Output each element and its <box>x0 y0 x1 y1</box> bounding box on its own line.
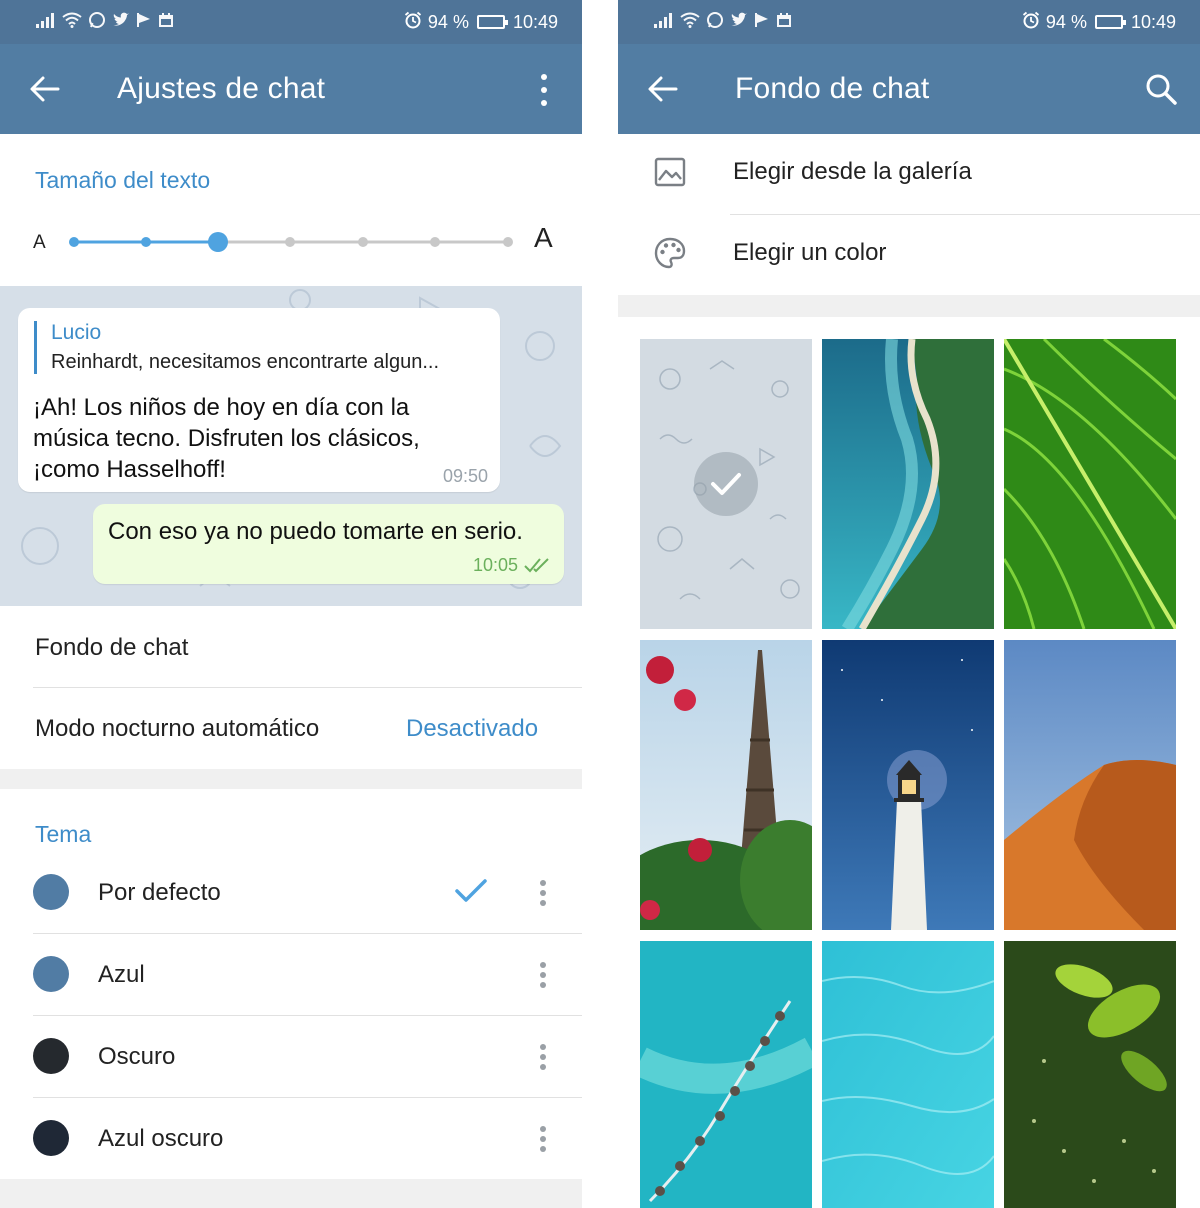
text-size-section-title: Tamaño del texto <box>35 167 211 193</box>
slider-thumb <box>208 232 228 252</box>
wallpaper-green-leaf[interactable] <box>1004 339 1176 629</box>
night-mode-row[interactable]: Modo nocturno automático Desactivado <box>0 688 582 769</box>
incoming-message-bubble: Lucio Reinhardt, necesitamos encontrarte… <box>18 308 500 492</box>
search-icon[interactable] <box>1144 72 1178 106</box>
section-separator <box>618 295 1200 317</box>
battery-percent: 94 % <box>427 11 469 32</box>
section-separator <box>0 769 582 789</box>
theme-color-swatch <box>33 1038 69 1074</box>
incoming-line-3: ¡como Hasselhoff! <box>33 456 226 483</box>
wifi-icon <box>680 12 700 32</box>
theme-color-swatch <box>33 956 69 992</box>
calendar-icon <box>776 12 792 32</box>
incoming-line-1: ¡Ah! Los niños de hoy en día con la <box>33 394 410 421</box>
flag-icon <box>136 12 152 32</box>
choose-from-gallery-label: Elegir desde la galería <box>733 158 972 185</box>
app-bar: Fondo de chat <box>618 44 1200 134</box>
status-icons-right: 94 % 10:49 <box>1022 11 1176 34</box>
theme-more-icon[interactable] <box>539 1044 547 1070</box>
twitter-icon <box>730 12 748 32</box>
theme-color-swatch <box>33 874 69 910</box>
incoming-message-time: 09:50 <box>442 466 488 486</box>
image-icon <box>654 157 686 187</box>
outgoing-message-text: Con eso ya no puedo tomarte en serio. <box>108 518 523 545</box>
back-arrow-icon[interactable] <box>28 72 62 106</box>
outgoing-message-bubble: Con eso ya no puedo tomarte en serio. 10… <box>93 504 564 584</box>
flag-icon <box>754 12 770 32</box>
page-title: Ajustes de chat <box>117 72 326 105</box>
alarm-icon <box>404 11 422 34</box>
theme-label: Oscuro <box>98 1043 176 1070</box>
whatsapp-icon <box>706 11 724 33</box>
incoming-line-2: música tecno. Disfruten los clásicos, <box>33 425 420 452</box>
theme-row-dark[interactable]: Oscuro <box>0 1016 582 1097</box>
reply-text: Reinhardt, necesitamos encontrarte algun… <box>51 351 439 373</box>
reply-author: Lucio <box>51 321 102 344</box>
calendar-icon <box>158 12 174 32</box>
status-bar: 94 % 10:49 <box>618 0 1200 44</box>
theme-label: Por defecto <box>98 879 221 906</box>
page-title: Fondo de chat <box>735 72 930 105</box>
wallpaper-overwater-villas[interactable] <box>640 941 812 1208</box>
theme-row-blue[interactable]: Azul <box>0 934 582 1015</box>
status-icons-right: 94 % 10:49 <box>404 11 558 34</box>
chat-background-screen: 94 % 10:49 Fondo de chat Elegir desde la… <box>618 0 1200 1208</box>
wifi-icon <box>62 12 82 32</box>
wallpaper-aerial-coast[interactable] <box>822 339 994 629</box>
battery-icon <box>476 15 508 29</box>
clock: 10:49 <box>512 11 558 32</box>
selected-check-icon <box>694 452 758 516</box>
theme-row-default[interactable]: Por defecto <box>0 852 582 933</box>
wallpaper-green-bokeh[interactable] <box>1004 941 1176 1208</box>
twitter-icon <box>112 12 130 32</box>
selected-check-icon <box>455 879 487 902</box>
night-mode-label: Modo nocturno automático <box>35 715 320 742</box>
back-arrow-icon[interactable] <box>646 72 680 106</box>
status-icons-left <box>654 11 792 33</box>
chat-settings-screen: 94 % 10:49 Ajustes de chat Tamaño del te… <box>0 0 582 1208</box>
theme-row-dark-blue[interactable]: Azul oscuro <box>0 1098 582 1179</box>
double-check-icon <box>524 558 549 573</box>
wallpaper-eiffel-tower[interactable] <box>640 640 812 930</box>
theme-more-icon[interactable] <box>539 880 547 906</box>
choose-color-label: Elegir un color <box>733 239 887 266</box>
status-icons-left <box>36 11 174 33</box>
slider-track[interactable] <box>0 222 582 262</box>
signal-icon <box>654 12 674 32</box>
theme-more-icon[interactable] <box>539 962 547 988</box>
wallpaper-desert-dune[interactable] <box>1004 640 1176 930</box>
theme-label: Azul oscuro <box>98 1125 224 1152</box>
signal-icon <box>36 12 56 32</box>
clock: 10:49 <box>1130 11 1176 32</box>
chat-background-label: Fondo de chat <box>35 634 189 661</box>
wallpaper-lighthouse[interactable] <box>822 640 994 930</box>
night-mode-value: Desactivado <box>406 715 539 742</box>
app-bar: Ajustes de chat <box>0 44 582 134</box>
theme-more-icon[interactable] <box>539 1126 547 1152</box>
battery-icon <box>1094 15 1126 29</box>
outgoing-message-time: 10:05 <box>472 555 518 575</box>
reply-quote: Lucio Reinhardt, necesitamos encontrarte… <box>34 321 439 374</box>
wallpaper-turquoise-water[interactable] <box>822 941 994 1208</box>
text-size-slider[interactable]: A A <box>0 222 582 262</box>
chat-preview: Lucio Reinhardt, necesitamos encontrarte… <box>0 286 582 606</box>
alarm-icon <box>1022 11 1040 34</box>
palette-icon <box>654 237 686 269</box>
wallpaper-default-pattern[interactable] <box>640 339 812 629</box>
choose-color-row[interactable]: Elegir un color <box>618 215 1200 295</box>
section-separator <box>0 1179 582 1208</box>
theme-section-title: Tema <box>35 821 92 847</box>
incoming-message-text: ¡Ah! Los niños de hoy en día con la músi… <box>33 392 473 485</box>
more-menu-icon[interactable] <box>532 74 556 106</box>
choose-from-gallery-row[interactable]: Elegir desde la galería <box>618 134 1200 214</box>
theme-color-swatch <box>33 1120 69 1156</box>
status-bar: 94 % 10:49 <box>0 0 582 44</box>
battery-percent: 94 % <box>1045 11 1087 32</box>
theme-label: Azul <box>98 961 145 988</box>
slider-large-a-label: A <box>534 222 553 253</box>
chat-background-row[interactable]: Fondo de chat <box>0 606 582 688</box>
whatsapp-icon <box>88 11 106 33</box>
